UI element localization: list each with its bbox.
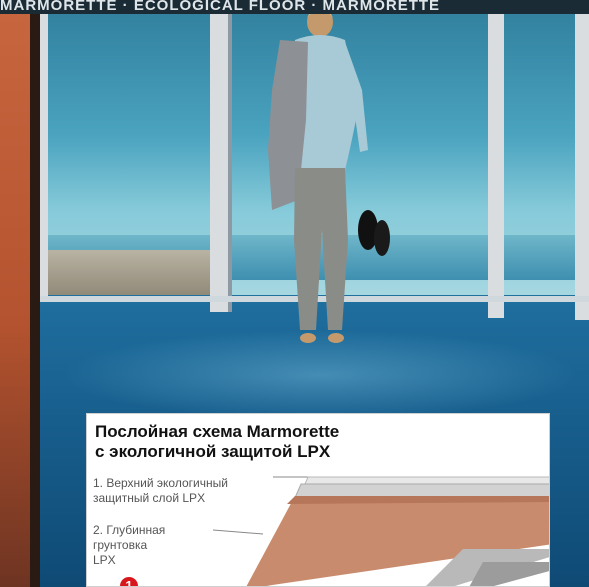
window-frame-center-left-shadow — [228, 0, 232, 312]
legend-2-line-1: 2. Глубинная — [93, 523, 166, 537]
legend-2-line-3: LPX — [93, 553, 116, 567]
layer-cross-section — [212, 476, 549, 586]
legend-2-line-2: грунтовка — [93, 538, 148, 552]
walking-man — [268, 7, 390, 343]
banner-text: MARMORETTE · ECOLOGICAL FLOOR · MARMORET… — [0, 0, 441, 14]
card-title: Послойная схема Marmorette с экологичной… — [95, 422, 339, 462]
top-banner: MARMORETTE · ECOLOGICAL FLOOR · MARMORET… — [0, 0, 589, 14]
terrace-deck — [40, 250, 210, 300]
window-frame-left — [40, 0, 48, 300]
wall-edge — [30, 0, 40, 587]
window-frame-center-right — [488, 0, 504, 318]
leader-line-2 — [212, 529, 264, 535]
card-title-line-2: с экологичной защитой LPX — [95, 442, 331, 461]
layer-scheme-card: Послойная схема Marmorette с экологичной… — [86, 413, 550, 587]
legend-item-2: 2. Глубинная грунтовка LPX — [93, 523, 165, 568]
window-frame-right — [575, 0, 589, 320]
card-title-line-1: Послойная схема Marmorette — [95, 422, 340, 441]
layer-number-badge: 1 — [120, 577, 138, 586]
